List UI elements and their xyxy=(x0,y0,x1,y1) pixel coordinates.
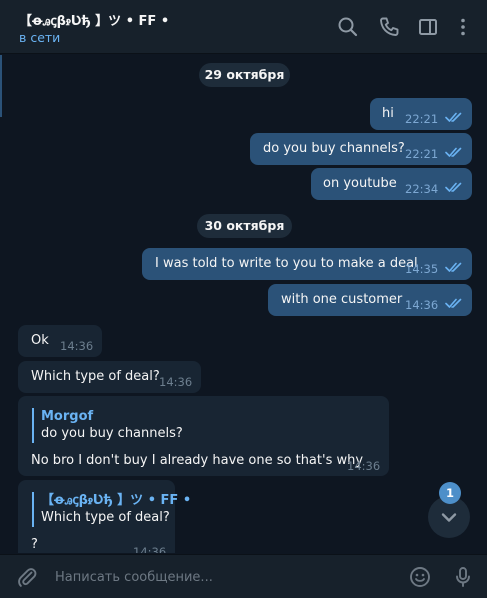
paperclip-icon[interactable] xyxy=(14,564,40,590)
read-checkmarks-icon xyxy=(445,262,462,272)
reply-author: Morgof xyxy=(41,409,94,424)
search-icon[interactable] xyxy=(335,14,361,40)
unread-count-badge: 1 xyxy=(439,482,461,504)
message-bubble-outgoing[interactable]: do you buy channels? 22:21 xyxy=(250,133,472,165)
phone-icon[interactable] xyxy=(376,14,402,40)
reply-quote[interactable]: Morgof do you buy channels? xyxy=(32,408,183,443)
reply-quote[interactable]: 【ꝋꭿꞔβꭾƲђ 】ツ • FF • Which type of deal? xyxy=(32,492,191,527)
date-separator: 29 октября xyxy=(199,63,290,87)
message-text: do you buy channels? xyxy=(263,141,405,156)
reply-text: do you buy channels? xyxy=(41,426,183,441)
message-time: 22:21 xyxy=(405,112,439,126)
chevron-down-icon xyxy=(441,513,457,522)
message-bubble-incoming[interactable]: 【ꝋꭿꞔβꭾƲђ 】ツ • FF • Which type of deal? ?… xyxy=(18,480,191,553)
microphone-icon[interactable] xyxy=(450,564,476,590)
read-checkmarks-icon xyxy=(445,182,462,192)
message-text: on youtube xyxy=(323,176,397,191)
message-text: Which type of deal? xyxy=(31,369,160,384)
message-text: hi xyxy=(382,106,394,121)
reply-text: Which type of deal? xyxy=(41,510,170,525)
message-bubble-outgoing[interactable]: on youtube 22:34 xyxy=(311,168,472,200)
chat-title[interactable]: 【ꝋꭿꞔβꭾƲђ 】ツ • FF • xyxy=(19,10,169,29)
message-time: 14:36 xyxy=(60,339,94,353)
date-separator: 30 октября xyxy=(197,214,292,238)
message-list[interactable]: 29 октября hi 22:21 do you buy channels?… xyxy=(0,55,487,553)
message-text: Ok xyxy=(31,333,49,348)
message-time: 14:36 xyxy=(405,298,439,312)
message-composer xyxy=(0,554,487,598)
emoji-icon[interactable] xyxy=(407,564,433,590)
message-time: 14:35 xyxy=(405,262,439,276)
message-time: 14:36 xyxy=(159,375,193,389)
message-text: No bro I don't buy I already have one so… xyxy=(31,453,364,468)
sidebar-panel-icon[interactable] xyxy=(415,14,441,40)
reply-author: 【ꝋꭿꞔβꭾƲђ 】ツ • FF • xyxy=(41,493,192,508)
chat-header: 【ꝋꭿꞔβꭾƲђ 】ツ • FF • в сети xyxy=(0,0,487,54)
message-bubble-incoming[interactable]: Morgof do you buy channels? No bro I don… xyxy=(18,396,389,476)
message-time: 22:21 xyxy=(405,147,439,161)
message-bubble-incoming[interactable]: Ok 14:36 xyxy=(18,325,102,357)
message-bubble-outgoing[interactable]: I was told to write to you to make a dea… xyxy=(142,248,472,280)
message-text: I was told to write to you to make a dea… xyxy=(155,256,418,271)
message-time: 14:36 xyxy=(133,545,167,553)
scroll-indicator xyxy=(0,55,2,117)
message-bubble-outgoing[interactable]: with one customer 14:36 xyxy=(268,284,472,316)
read-checkmarks-icon xyxy=(445,112,462,122)
online-status: в сети xyxy=(19,30,61,45)
message-bubble-incoming[interactable]: Which type of deal? 14:36 xyxy=(18,361,201,393)
message-input[interactable] xyxy=(55,565,395,589)
message-text: with one customer xyxy=(281,292,403,307)
message-time: 14:36 xyxy=(347,459,381,473)
message-bubble-outgoing[interactable]: hi 22:21 xyxy=(370,98,472,130)
read-checkmarks-icon xyxy=(445,147,462,157)
message-time: 22:34 xyxy=(405,182,439,196)
more-vertical-icon[interactable] xyxy=(450,14,476,40)
read-checkmarks-icon xyxy=(445,298,462,308)
message-text: ? xyxy=(31,537,38,552)
